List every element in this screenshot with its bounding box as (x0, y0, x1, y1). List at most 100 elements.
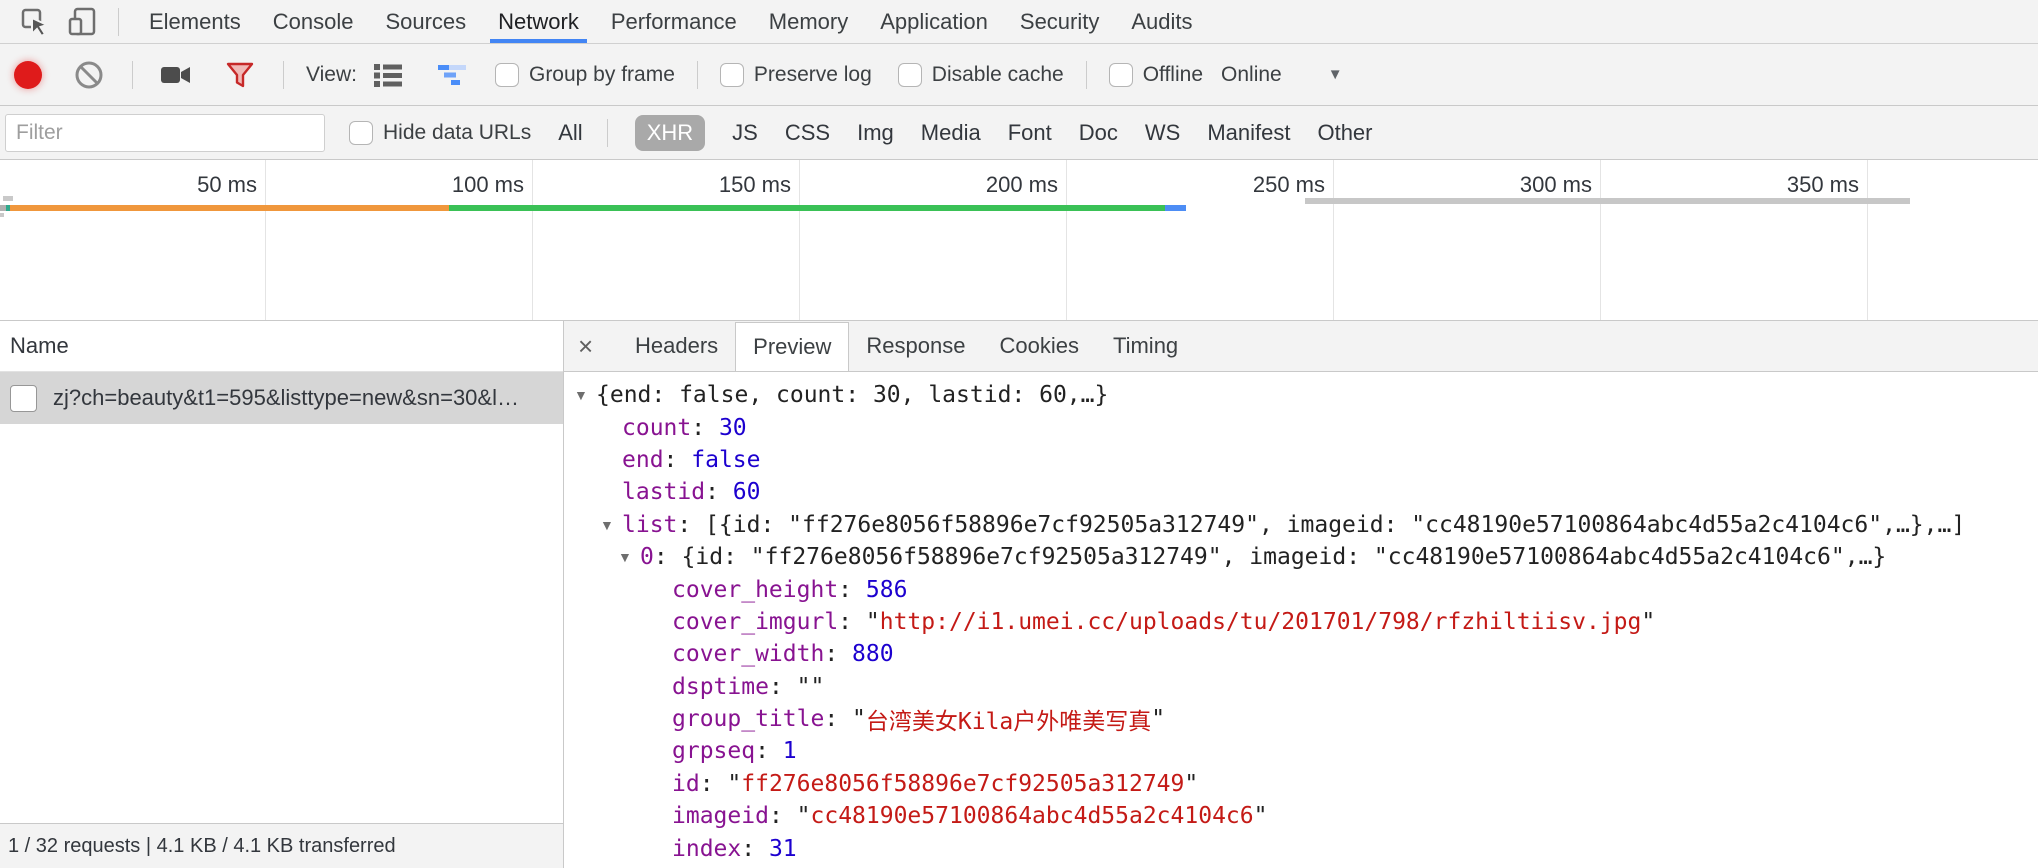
requests-panel: Name zj?ch=beauty&t1=595&listtype=new&sn… (0, 321, 564, 868)
offline-checkbox[interactable] (1109, 63, 1133, 87)
tree-segment: 台湾美女Kila户外唯美写真 (866, 702, 1151, 736)
tree-row[interactable]: lastid: 60 (564, 476, 2038, 508)
details-tab-cookies[interactable]: Cookies (982, 321, 1095, 371)
timeline-overview[interactable]: 50 ms100 ms150 ms200 ms250 ms300 ms350 m… (0, 160, 2038, 321)
tab-elements[interactable]: Elements (133, 0, 257, 43)
tab-performance[interactable]: Performance (595, 0, 753, 43)
tree-row[interactable]: cover_imgurl: "http://i1.umei.cc/uploads… (564, 606, 2038, 638)
tree-row[interactable]: id: "ff276e8056f58896e7cf92505a312749" (564, 768, 2038, 800)
toolbar-divider (697, 61, 698, 89)
filter-input[interactable] (5, 114, 325, 152)
throttling-caret-icon[interactable]: ▼ (1328, 66, 1343, 83)
filter-type-all[interactable]: All (558, 120, 582, 146)
tab-sources[interactable]: Sources (369, 0, 482, 43)
inspect-element-icon[interactable] (14, 5, 56, 39)
request-row[interactable]: zj?ch=beauty&t1=595&listtype=new&sn=30&l… (0, 372, 563, 424)
timeline-tick-label: 200 ms (986, 172, 1058, 198)
hide-data-urls-checkbox[interactable] (349, 121, 373, 145)
clear-icon[interactable] (68, 58, 110, 92)
details-tab-headers[interactable]: Headers (618, 321, 735, 371)
tree-row[interactable]: cover_height: 586 (564, 573, 2038, 605)
tree-segment: index (672, 836, 741, 862)
tree-segment: grpseq (672, 738, 755, 764)
view-waterfall-icon[interactable] (431, 58, 473, 92)
overview-bar (0, 213, 4, 217)
tree-segment: : [{id: "ff276e8056f58896e7cf92505a31274… (677, 512, 1965, 538)
filter-type-manifest[interactable]: Manifest (1207, 120, 1290, 146)
filter-type-font[interactable]: Font (1008, 120, 1052, 146)
tree-row[interactable]: index: 31 (564, 832, 2038, 864)
timeline-gridline (265, 160, 266, 320)
record-button[interactable] (14, 61, 42, 89)
tree-row[interactable]: end: false (564, 444, 2038, 476)
request-row-checkbox[interactable] (10, 385, 37, 412)
tree-row[interactable]: ▼{end: false, count: 30, lastid: 60,…} (564, 379, 2038, 411)
timeline-gridline (1867, 160, 1868, 320)
tree-segment: "" (797, 674, 825, 700)
filter-type-media[interactable]: Media (921, 120, 981, 146)
tree-row[interactable]: imageid: "cc48190e57100864abc4d55a2c4104… (564, 800, 2038, 832)
throttling-select[interactable]: Online (1221, 63, 1282, 87)
tree-row[interactable]: dsptime: "" (564, 671, 2038, 703)
details-tab-preview[interactable]: Preview (735, 322, 849, 372)
details-tab-timing[interactable]: Timing (1096, 321, 1195, 371)
toolbar-divider (132, 61, 133, 89)
filter-funnel-icon[interactable] (219, 58, 261, 92)
tab-security[interactable]: Security (1004, 0, 1115, 43)
tree-row[interactable]: ▼list: [{id: "ff276e8056f58896e7cf92505a… (564, 509, 2038, 541)
tree-segment: cover_width (672, 641, 824, 667)
hide-data-urls-label: Hide data URLs (383, 121, 531, 145)
timeline-tick-label: 50 ms (197, 172, 257, 198)
tree-segment: : (691, 415, 719, 441)
filter-type-img[interactable]: Img (857, 120, 894, 146)
toolbar-divider (1086, 61, 1087, 89)
tab-audits[interactable]: Audits (1115, 0, 1208, 43)
tree-segment: 586 (866, 577, 908, 603)
tab-memory[interactable]: Memory (753, 0, 864, 43)
tree-row[interactable]: grpseq: 1 (564, 735, 2038, 767)
tree-segment: lastid (622, 479, 705, 505)
tree-segment: 0 (640, 544, 654, 570)
screenshot-camera-icon[interactable] (155, 58, 197, 92)
tree-segment: 31 (769, 836, 797, 862)
filter-type-doc[interactable]: Doc (1079, 120, 1118, 146)
close-icon[interactable]: × (578, 331, 618, 362)
expand-caret-icon[interactable]: ▼ (574, 387, 596, 403)
tab-application[interactable]: Application (864, 0, 1004, 43)
filter-type-other[interactable]: Other (1317, 120, 1372, 146)
tree-segment: : (664, 447, 692, 473)
expand-caret-icon[interactable]: ▼ (600, 517, 622, 533)
network-main: Name zj?ch=beauty&t1=595&listtype=new&sn… (0, 321, 2038, 868)
filter-type-ws[interactable]: WS (1145, 120, 1180, 146)
view-list-icon[interactable] (367, 58, 409, 92)
name-column-header[interactable]: Name (0, 321, 563, 372)
filter-divider (607, 119, 608, 147)
tab-network[interactable]: Network (482, 0, 595, 43)
tree-segment: : (700, 771, 728, 797)
tree-segment: : (705, 479, 733, 505)
filter-type-css[interactable]: CSS (785, 120, 830, 146)
tree-row[interactable]: group_title: "台湾美女Kila户外唯美写真" (564, 703, 2038, 735)
tree-segment: imageid (672, 803, 769, 829)
overview-bar (1165, 205, 1186, 211)
tab-console[interactable]: Console (257, 0, 370, 43)
tree-row[interactable]: cover_width: 880 (564, 638, 2038, 670)
disable-cache-label: Disable cache (932, 63, 1064, 87)
device-toolbar-icon[interactable] (62, 5, 104, 39)
preserve-log-checkbox[interactable] (720, 63, 744, 87)
details-tab-response[interactable]: Response (849, 321, 982, 371)
tree-segment: : (769, 803, 797, 829)
tree-segment: " (797, 803, 811, 829)
tree-segment: : {id: "ff276e8056f58896e7cf92505a312749… (654, 544, 1886, 570)
disable-cache-checkbox[interactable] (898, 63, 922, 87)
tree-row[interactable]: ▼0: {id: "ff276e8056f58896e7cf92505a3127… (564, 541, 2038, 573)
group-by-frame-label: Group by frame (529, 63, 675, 87)
tree-row[interactable]: count: 30 (564, 411, 2038, 443)
timeline-tick-label: 150 ms (719, 172, 791, 198)
tree-segment: cc48190e57100864abc4d55a2c4104c6 (811, 803, 1254, 829)
filter-type-xhr[interactable]: XHR (635, 115, 705, 151)
tree-segment: " (1641, 609, 1655, 635)
expand-caret-icon[interactable]: ▼ (618, 549, 640, 565)
group-by-frame-checkbox[interactable] (495, 63, 519, 87)
filter-type-js[interactable]: JS (732, 120, 758, 146)
